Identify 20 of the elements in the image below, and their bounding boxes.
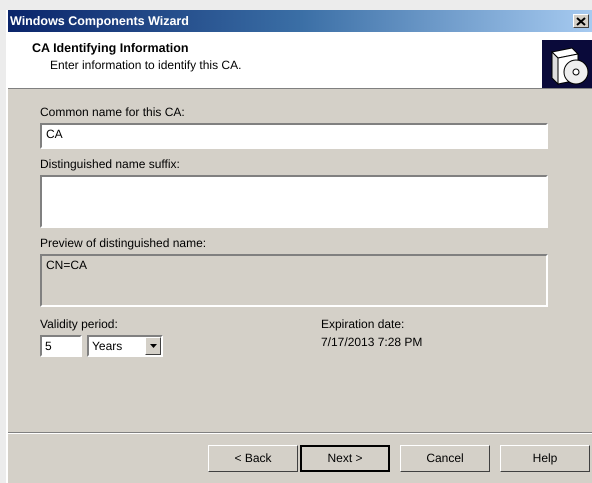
unit-dropdown[interactable]: Years — [87, 335, 163, 357]
input-field[interactable]: 5 — [40, 335, 82, 357]
text-area[interactable] — [40, 175, 548, 228]
page-subtitle: Enter information to identify this CA. — [50, 58, 242, 72]
field-label: Validity period: — [40, 317, 118, 331]
expiration-label: Expiration date: — [321, 317, 404, 331]
field-label: Preview of distinguished name: — [40, 236, 206, 250]
next-button[interactable]: Next > — [300, 444, 390, 472]
close-icon — [576, 16, 586, 26]
field-label: Common name for this CA: — [40, 105, 185, 119]
caret-icon — [150, 344, 156, 348]
expiration-date: 7/17/2013 7:28 PM — [321, 335, 422, 349]
page-title: CA Identifying Information — [32, 41, 190, 55]
cancel-button[interactable]: Cancel — [400, 444, 490, 472]
window-title: Windows Components Wizard — [10, 14, 190, 28]
back-button[interactable]: < Back — [208, 444, 298, 472]
input-field[interactable]: CA — [40, 123, 548, 149]
help-button[interactable]: Help — [500, 444, 590, 472]
close-button[interactable] — [573, 14, 589, 28]
field-label: Distinguished name suffix: — [40, 157, 180, 171]
